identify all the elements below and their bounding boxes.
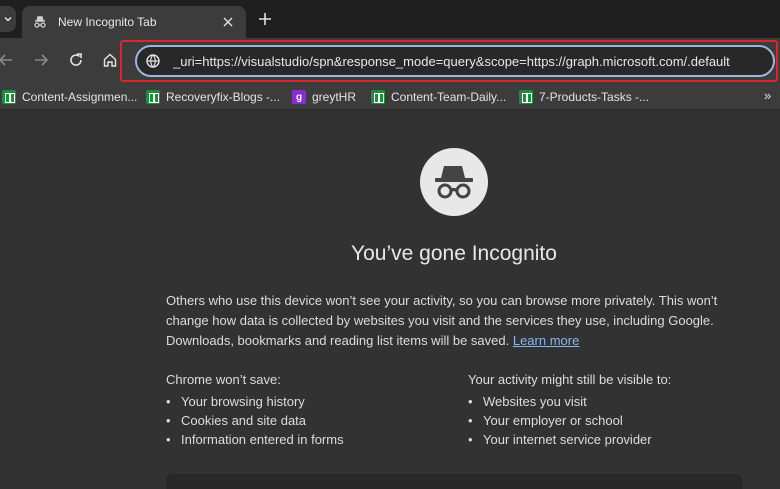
- sheets-icon: [371, 90, 385, 104]
- reload-button[interactable]: [66, 50, 86, 70]
- bookmark-content-assignment[interactable]: Content-Assignmen...: [2, 88, 137, 106]
- list-item: Information entered in forms: [166, 430, 344, 449]
- bookmarks-bar: Content-Assignmen... Recoveryfix-Blogs -…: [0, 84, 780, 110]
- greythr-icon: g: [292, 90, 306, 104]
- incognito-page: You’ve gone Incognito Others who use thi…: [0, 110, 780, 489]
- address-bar[interactable]: [135, 45, 775, 77]
- learn-more-link[interactable]: Learn more: [513, 333, 579, 348]
- back-button[interactable]: [0, 50, 16, 70]
- home-icon: [103, 53, 117, 67]
- wont-save-section: Chrome won’t save: Your browsing history…: [166, 372, 344, 449]
- bookmark-greythr[interactable]: g greytHR: [292, 88, 356, 106]
- globe-icon[interactable]: [145, 53, 161, 69]
- description-text: Others who use this device won’t see you…: [166, 293, 718, 348]
- reload-icon: [70, 53, 82, 66]
- incognito-description: Others who use this device won’t see you…: [166, 291, 746, 351]
- page-title: You’ve gone Incognito: [351, 242, 557, 265]
- tab-search-button[interactable]: [0, 6, 16, 32]
- plus-icon: [259, 13, 271, 25]
- forward-button[interactable]: [31, 50, 51, 70]
- chevron-down-icon: [4, 16, 12, 22]
- arrow-right-icon: [35, 54, 49, 66]
- list-item: Your employer or school: [468, 411, 671, 430]
- tab-title: New Incognito Tab: [58, 15, 157, 29]
- still-visible-section: Your activity might still be visible to:…: [468, 372, 671, 449]
- cookie-controls-panel: [166, 474, 742, 489]
- arrow-left-icon: [0, 54, 12, 66]
- wont-save-heading: Chrome won’t save:: [166, 372, 281, 387]
- tab-strip: New Incognito Tab: [0, 0, 780, 38]
- list-item: Your browsing history: [166, 392, 344, 411]
- new-tab-button[interactable]: [256, 10, 274, 28]
- incognito-icon: [34, 16, 46, 28]
- still-visible-heading: Your activity might still be visible to:: [468, 372, 672, 387]
- bookmark-label: greytHR: [312, 90, 357, 104]
- home-button[interactable]: [100, 50, 120, 70]
- list-item: Websites you visit: [468, 392, 671, 411]
- sheets-icon: [2, 90, 16, 104]
- toolbar: [0, 38, 780, 84]
- bookmark-recoveryfix-blogs[interactable]: Recoveryfix-Blogs -...: [146, 88, 280, 106]
- close-icon[interactable]: [220, 14, 236, 30]
- url-input[interactable]: [173, 53, 773, 69]
- tab-new-incognito[interactable]: New Incognito Tab: [22, 6, 246, 38]
- bookmark-content-team-daily[interactable]: Content-Team-Daily...: [371, 88, 506, 106]
- list-item: Cookies and site data: [166, 411, 344, 430]
- bookmark-label: Recoveryfix-Blogs -...: [166, 90, 281, 104]
- bookmark-label: Content-Team-Daily...: [391, 90, 507, 104]
- incognito-logo-icon: [420, 148, 488, 216]
- list-item: Your internet service provider: [468, 430, 671, 449]
- bookmarks-overflow-button[interactable]: »: [764, 88, 771, 103]
- bookmark-label: Content-Assignmen...: [22, 90, 138, 104]
- sheets-icon: [519, 90, 533, 104]
- sheets-icon: [146, 90, 160, 104]
- bookmark-products-tasks[interactable]: 7-Products-Tasks -...: [519, 88, 649, 106]
- bookmark-label: 7-Products-Tasks -...: [539, 90, 650, 104]
